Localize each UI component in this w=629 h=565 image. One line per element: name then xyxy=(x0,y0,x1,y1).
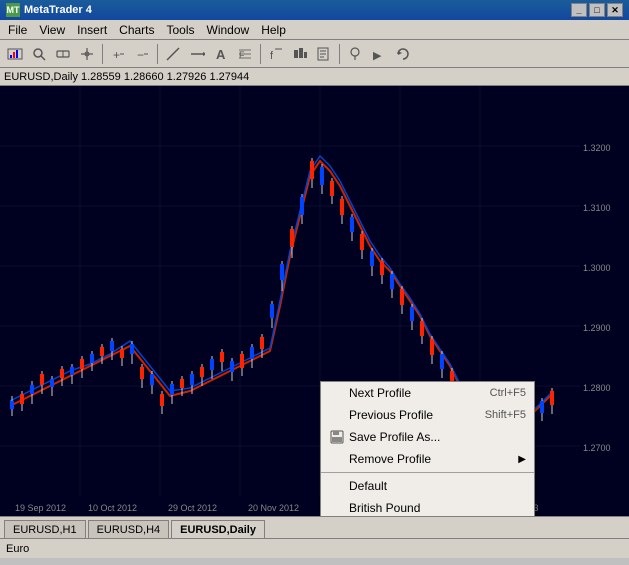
menu-charts[interactable]: Charts xyxy=(113,22,160,38)
svg-text:1.3200: 1.3200 xyxy=(583,143,611,153)
indicator-button[interactable]: f xyxy=(265,43,287,65)
svg-text:F: F xyxy=(239,50,245,60)
text-tool[interactable]: A xyxy=(210,43,232,65)
zoom-button[interactable] xyxy=(28,43,50,65)
menu-help[interactable]: Help xyxy=(255,22,292,38)
svg-text:▶: ▶ xyxy=(373,50,382,62)
remove-profile-arrow: ▶ xyxy=(518,454,526,465)
zoomout-button[interactable]: − xyxy=(131,43,153,65)
scripts-button[interactable]: ▶ xyxy=(368,43,390,65)
zoomin-button[interactable]: + xyxy=(107,43,129,65)
fibo-tool[interactable]: F xyxy=(234,43,256,65)
save-profile-icon xyxy=(329,429,345,445)
svg-text:1.3000: 1.3000 xyxy=(583,263,611,273)
ctx-separator-1 xyxy=(321,472,534,473)
british-pound-icon xyxy=(329,500,345,516)
app-title: MetaTrader 4 xyxy=(24,4,92,16)
remove-profile-item[interactable]: Remove Profile ▶ xyxy=(321,448,534,470)
chart-info: EURUSD,Daily 1.28559 1.28660 1.27926 1.2… xyxy=(4,71,249,83)
tab-eurusd-daily[interactable]: EURUSD,Daily xyxy=(171,520,265,538)
chart-tabs: EURUSD,H1 EURUSD,H4 EURUSD,Daily xyxy=(0,516,629,538)
default-profile-item[interactable]: Default xyxy=(321,475,534,497)
default-icon xyxy=(329,478,345,494)
previous-profile-label: Previous Profile xyxy=(349,408,433,422)
expert-button[interactable] xyxy=(344,43,366,65)
tab-eurusd-h1[interactable]: EURUSD,H1 xyxy=(4,520,86,538)
next-profile-label: Next Profile xyxy=(349,386,411,400)
svg-text:A: A xyxy=(216,47,226,62)
sep3 xyxy=(260,44,261,64)
next-profile-shortcut: Ctrl+F5 xyxy=(490,387,526,399)
refresh-button[interactable] xyxy=(392,43,414,65)
app-icon: MT xyxy=(6,3,20,17)
remove-profile-icon xyxy=(329,451,345,467)
close-button[interactable]: ✕ xyxy=(607,3,623,17)
status-text: Euro xyxy=(6,543,29,555)
svg-text:10 Oct 2012: 10 Oct 2012 xyxy=(88,503,137,513)
svg-text:20 Nov 2012: 20 Nov 2012 xyxy=(248,503,299,513)
save-profile-label: Save Profile As... xyxy=(349,430,440,444)
svg-text:1.3100: 1.3100 xyxy=(583,203,611,213)
new-chart-button[interactable] xyxy=(4,43,26,65)
context-menu: Next Profile Ctrl+F5 Previous Profile Sh… xyxy=(320,381,535,516)
svg-text:29 Oct 2012: 29 Oct 2012 xyxy=(168,503,217,513)
chart-area[interactable]: 19 Sep 2012 10 Oct 2012 29 Oct 2012 20 N… xyxy=(0,86,629,516)
tab-eurusd-h4[interactable]: EURUSD,H4 xyxy=(88,520,170,538)
template-button[interactable] xyxy=(313,43,335,65)
minimize-button[interactable]: _ xyxy=(571,3,587,17)
maximize-button[interactable]: □ xyxy=(589,3,605,17)
svg-text:1.2800: 1.2800 xyxy=(583,383,611,393)
svg-text:1.2900: 1.2900 xyxy=(583,323,611,333)
crosshair-button[interactable] xyxy=(76,43,98,65)
prev-profile-icon xyxy=(329,407,345,423)
toolbar: + − A F f ▶ xyxy=(0,40,629,68)
status-bar: Euro xyxy=(0,538,629,558)
british-pound-label: British Pound xyxy=(349,501,420,515)
previous-profile-item[interactable]: Previous Profile Shift+F5 xyxy=(321,404,534,426)
save-profile-item[interactable]: Save Profile As... xyxy=(321,426,534,448)
sep2 xyxy=(157,44,158,64)
menu-file[interactable]: File xyxy=(2,22,33,38)
menu-bar: File View Insert Charts Tools Window Hel… xyxy=(0,20,629,40)
british-pound-item[interactable]: British Pound xyxy=(321,497,534,516)
menu-window[interactable]: Window xyxy=(201,22,256,38)
periods-button[interactable] xyxy=(289,43,311,65)
sep1 xyxy=(102,44,103,64)
prev-profile-shortcut: Shift+F5 xyxy=(485,409,526,421)
next-profile-item[interactable]: Next Profile Ctrl+F5 xyxy=(321,382,534,404)
line-tool[interactable] xyxy=(162,43,184,65)
default-label: Default xyxy=(349,479,387,493)
tool3-button[interactable] xyxy=(52,43,74,65)
next-profile-icon xyxy=(329,385,345,401)
svg-text:−: − xyxy=(137,48,144,62)
info-bar: EURUSD,Daily 1.28559 1.28660 1.27926 1.2… xyxy=(0,68,629,86)
title-bar: MT MetaTrader 4 _ □ ✕ xyxy=(0,0,629,20)
svg-text:19 Sep 2012: 19 Sep 2012 xyxy=(15,503,66,513)
menu-tools[interactable]: Tools xyxy=(161,22,201,38)
menu-view[interactable]: View xyxy=(33,22,71,38)
menu-insert[interactable]: Insert xyxy=(71,22,113,38)
sep4 xyxy=(339,44,340,64)
svg-text:+: + xyxy=(113,48,120,62)
hline-tool[interactable] xyxy=(186,43,208,65)
window-controls[interactable]: _ □ ✕ xyxy=(571,3,623,17)
svg-text:f: f xyxy=(270,50,274,62)
svg-text:1.2700: 1.2700 xyxy=(583,443,611,453)
remove-profile-label: Remove Profile xyxy=(349,452,431,466)
